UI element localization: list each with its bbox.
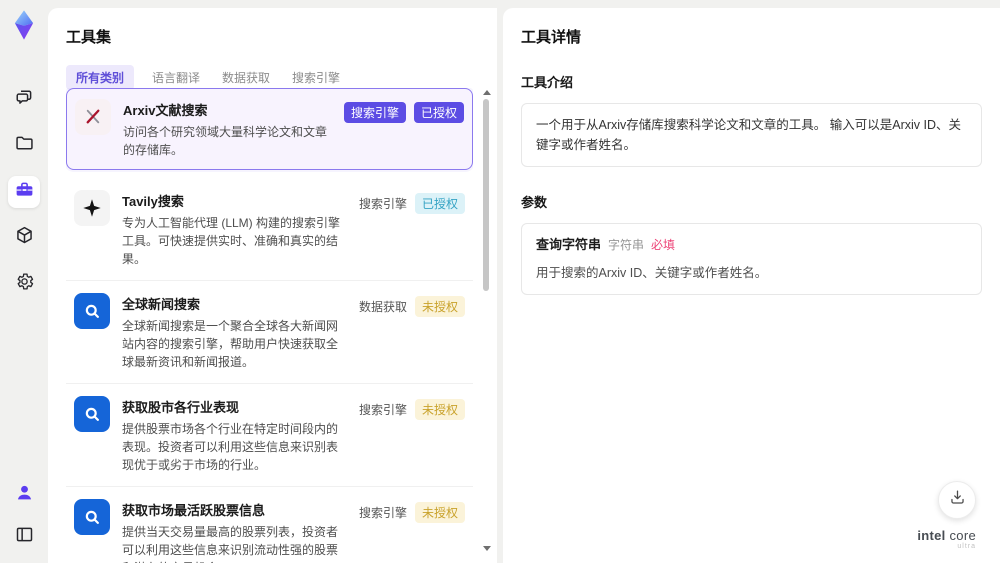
tool-list-item[interactable]: 获取股市各行业表现 提供股票市场各个行业在特定时间段内的表现。投资者可以利用这些…	[66, 384, 473, 487]
param-name: 查询字符串	[536, 237, 602, 252]
detail-title: 工具详情	[521, 29, 582, 46]
tool-list-item[interactable]: Tavily搜索 专为人工智能代理 (LLM) 构建的搜索引擎工具。可快速提供实…	[66, 178, 473, 281]
sidebar-item-toolset[interactable]	[8, 176, 40, 208]
scroll-up-arrow[interactable]	[483, 90, 491, 95]
scrollbar-thumb[interactable]	[483, 99, 489, 291]
tool-list-item[interactable]: Arxiv文献搜索 访问各个研究领域大量科学论文和文章的存储库。 搜索引擎 已授…	[66, 88, 473, 170]
download-icon	[948, 488, 967, 512]
sidebar-item-files[interactable]	[8, 130, 40, 162]
tool-name: 获取市场最活跃股票信息	[122, 503, 266, 518]
tool-description: 专为人工智能代理 (LLM) 构建的搜索引擎工具。可快速提供实时、准确和真实的结…	[122, 216, 341, 266]
sparkle-star-icon	[74, 190, 110, 226]
tool-auth-badge: 已授权	[413, 102, 464, 123]
tool-category-label: 搜索引擎	[358, 506, 407, 520]
tool-name: Arxiv文献搜索	[123, 103, 208, 118]
sidebar-item-settings[interactable]	[8, 268, 40, 300]
sidebar-item-chat[interactable]	[8, 84, 40, 116]
brand-core-text: core	[949, 528, 976, 544]
tool-auth-badge: 未授权	[414, 399, 465, 420]
app-logo-icon	[7, 8, 41, 42]
tool-category-label: 搜索引擎	[343, 102, 406, 123]
folder-icon	[14, 133, 35, 159]
category-tab[interactable]: 语言翻译	[148, 65, 204, 90]
toolbox-icon	[14, 179, 35, 205]
tool-list: Arxiv文献搜索 访问各个研究领域大量科学论文和文章的存储库。 搜索引擎 已授…	[66, 88, 473, 563]
download-button[interactable]	[938, 481, 976, 519]
page-title: 工具集	[66, 29, 112, 46]
tool-auth-badge: 未授权	[414, 502, 465, 523]
user-icon	[14, 482, 35, 508]
tool-description: 提供股票市场各个行业在特定时间段内的表现。投资者可以利用这些信息来识别表现优于或…	[122, 422, 339, 472]
category-tab[interactable]: 所有类别	[66, 65, 135, 90]
icon-rail	[0, 0, 48, 563]
gear-icon	[14, 271, 35, 297]
magnifier-app-icon	[74, 293, 110, 329]
sidebar-item-models[interactable]	[8, 222, 40, 254]
param-required-badge: 必填	[651, 238, 676, 252]
magnifier-app-icon	[74, 499, 110, 535]
intro-text: 一个用于从Arxiv存储库搜索科学论文和文章的工具。 输入可以是Arxiv ID…	[536, 118, 962, 152]
brand-intel-text: intel	[917, 528, 946, 544]
tool-description: 全球新闻搜索是一个聚合全球各大新闻网站内容的搜索引擎，帮助用户快速获取全球最新资…	[122, 319, 339, 369]
tool-category-label: 搜索引擎	[358, 197, 407, 211]
scroll-down-arrow[interactable]	[483, 546, 491, 551]
tool-description: 访问各个研究领域大量科学论文和文章的存储库。	[123, 125, 328, 157]
intel-core-logo: intel core ultra	[917, 528, 976, 551]
tool-category-label: 数据获取	[358, 300, 407, 314]
tool-category-label: 搜索引擎	[358, 403, 407, 417]
param-card: 查询字符串 字符串 必填 用于搜索的Arxiv ID、关键字或作者姓名。	[521, 223, 982, 295]
arxiv-icon	[75, 99, 111, 135]
tool-description: 提供当天交易量最高的股票列表，投资者可以利用这些信息来识别流动性强的股票和潜在的…	[122, 525, 339, 563]
tool-name: 全球新闻搜索	[122, 297, 201, 312]
scrollbar	[482, 90, 491, 551]
param-description: 用于搜索的Arxiv ID、关键字或作者姓名。	[536, 265, 768, 280]
tool-details-panel: 工具详情 工具介绍 一个用于从Arxiv存储库搜索科学论文和文章的工具。 输入可…	[503, 8, 1000, 563]
tool-auth-badge: 未授权	[414, 296, 465, 317]
intro-heading: 工具介绍	[521, 75, 574, 90]
category-tab[interactable]: 数据获取	[218, 65, 274, 90]
panel-icon	[14, 524, 35, 550]
param-type: 字符串	[608, 238, 645, 252]
params-heading: 参数	[521, 195, 548, 210]
tool-name: Tavily搜索	[122, 194, 184, 209]
chat-icon	[14, 87, 35, 113]
magnifier-app-icon	[74, 396, 110, 432]
tool-list-item[interactable]: 全球新闻搜索 全球新闻搜索是一个聚合全球各大新闻网站内容的搜索引擎，帮助用户快速…	[66, 281, 473, 384]
tool-auth-badge: 已授权	[414, 193, 465, 214]
sidebar-item-collapse[interactable]	[8, 521, 40, 553]
tool-name: 获取股市各行业表现	[122, 400, 240, 415]
category-tab[interactable]: 搜索引擎	[288, 65, 344, 90]
tool-list-item[interactable]: 获取市场最活跃股票信息 提供当天交易量最高的股票列表，投资者可以利用这些信息来识…	[66, 487, 473, 563]
brand-sub-text: ultra	[957, 543, 976, 551]
sidebar-item-profile[interactable]	[8, 479, 40, 511]
category-tabs: 所有类别 语言翻译 数据获取 搜索引擎	[66, 65, 497, 90]
cube-icon	[14, 225, 35, 251]
toolset-panel: 工具集 所有类别 语言翻译 数据获取 搜索引擎 Arxiv文献搜索 访问各个研究领域大…	[48, 8, 497, 563]
intro-card: 一个用于从Arxiv存储库搜索科学论文和文章的工具。 输入可以是Arxiv ID…	[521, 103, 982, 167]
